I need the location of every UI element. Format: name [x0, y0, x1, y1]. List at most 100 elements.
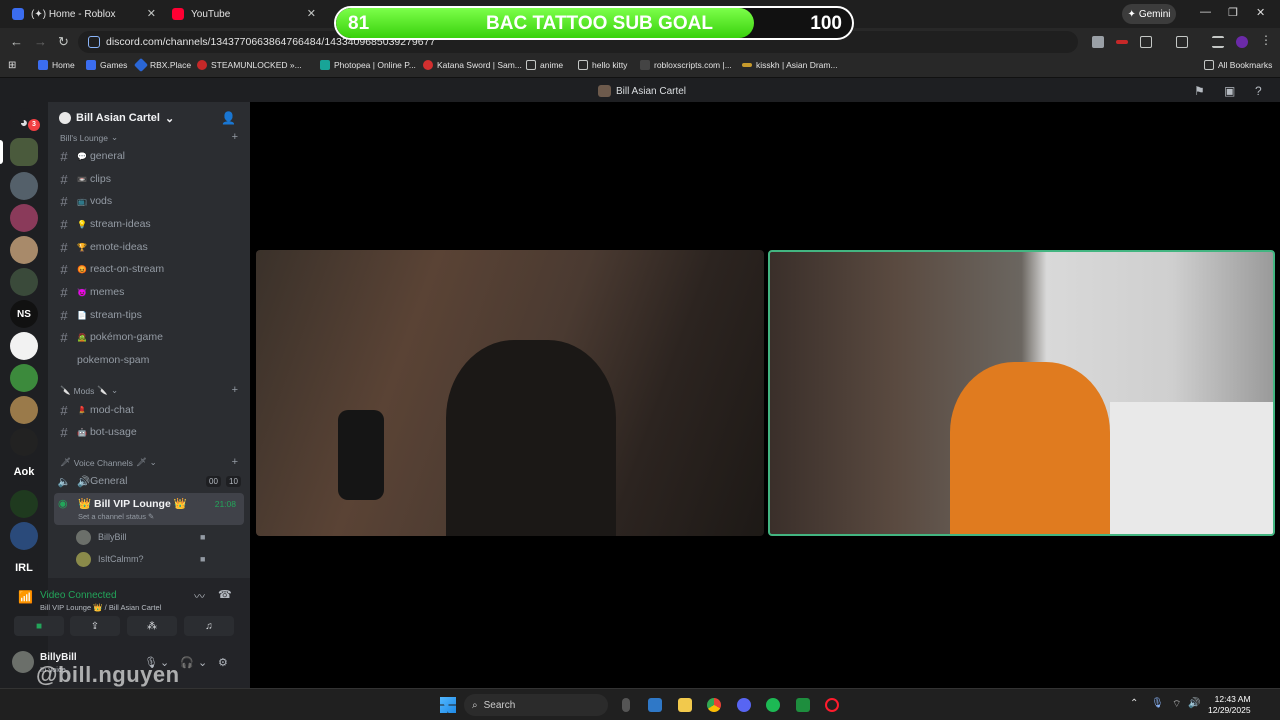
- channel-pokemon-spam[interactable]: #pokemon-spam: [54, 350, 244, 370]
- bookmark-games[interactable]: Games: [86, 60, 127, 70]
- spotify-icon[interactable]: [766, 698, 780, 712]
- chevron-down-icon[interactable]: ⌄: [198, 656, 207, 669]
- media-icon[interactable]: [1212, 36, 1224, 48]
- voice-channel-vip-lounge[interactable]: ◉ 👑 Bill VIP Lounge 👑 21:08 Set a channe…: [54, 493, 244, 525]
- headphones-icon[interactable]: 🎧: [180, 656, 194, 669]
- server-icon[interactable]: [10, 396, 38, 424]
- volume-icon[interactable]: 🔊: [1188, 698, 1200, 709]
- bookmark-home[interactable]: Home: [38, 60, 75, 70]
- video-tile-user-1[interactable]: [256, 250, 764, 536]
- channel-status-hint[interactable]: Set a channel status ✎: [78, 512, 154, 521]
- server-icon[interactable]: [10, 490, 38, 518]
- bookmark-kisskh[interactable]: kisskh | Asian Dram...: [742, 60, 838, 70]
- close-window-icon[interactable]: ✕: [1256, 6, 1265, 19]
- disconnect-icon[interactable]: ☎: [218, 588, 232, 601]
- reload-icon[interactable]: ↻: [58, 34, 69, 50]
- channel-stream-ideas[interactable]: # 💡 stream-ideas: [54, 214, 244, 234]
- settings-gear-icon[interactable]: ⚙: [218, 656, 228, 669]
- bookmark-photopea[interactable]: Photopea | Online P...: [320, 60, 416, 70]
- extension-icon[interactable]: [1116, 40, 1128, 44]
- voice-location[interactable]: Bill VIP Lounge 👑 / Bill Asian Cartel: [40, 603, 161, 612]
- inbox-icon[interactable]: ▣: [1224, 84, 1235, 98]
- chevron-up-icon[interactable]: ⌃: [1130, 698, 1138, 709]
- minimize-icon[interactable]: —: [1200, 6, 1211, 18]
- system-clock[interactable]: 12:43 AM 12/29/2025: [1208, 694, 1251, 716]
- bookmark-robloxscripts[interactable]: robloxscripts.com |...: [640, 60, 732, 70]
- channel-react-on-stream[interactable]: # 😡 react-on-stream: [54, 259, 244, 279]
- apps-icon[interactable]: ⊞: [8, 60, 16, 71]
- screen-share-button[interactable]: ⇪: [70, 616, 120, 636]
- channel-bot-usage[interactable]: # 🤖 bot-usage: [54, 422, 244, 442]
- back-icon[interactable]: ←: [10, 34, 23, 49]
- close-icon[interactable]: ✕: [147, 7, 156, 20]
- category-voice[interactable]: 🗡 Voice Channels 🗡 ⌄: [60, 457, 157, 468]
- app-icon[interactable]: [796, 698, 810, 712]
- tab-roblox[interactable]: (✦) Home - Roblox ✕: [0, 4, 160, 24]
- opera-icon[interactable]: [825, 698, 839, 712]
- server-icon[interactable]: [10, 332, 38, 360]
- bookmark-rbxplace[interactable]: RBX.Place: [133, 57, 191, 73]
- chrome-icon[interactable]: [707, 698, 721, 712]
- server-icon[interactable]: [10, 236, 38, 264]
- site-info-icon[interactable]: [88, 36, 100, 48]
- taskbar-search[interactable]: ⌕ Search: [464, 694, 608, 716]
- channel-vods[interactable]: # 📺 vods: [54, 191, 244, 211]
- server-icon[interactable]: [10, 522, 38, 550]
- server-aok[interactable]: Aok: [10, 458, 38, 486]
- channel-stream-tips[interactable]: # 📄 stream-tips: [54, 305, 244, 325]
- server-ns[interactable]: NS: [10, 300, 38, 328]
- wifi-icon[interactable]: ⌔: [1172, 698, 1181, 711]
- tab-youtube[interactable]: YouTube ✕: [160, 4, 320, 24]
- channel-pokemon-game[interactable]: # 🧟 pokémon-game: [54, 327, 244, 347]
- discord-icon[interactable]: [737, 698, 751, 712]
- menu-icon[interactable]: ⋮: [1260, 33, 1272, 47]
- windows-start-icon[interactable]: [440, 697, 456, 713]
- server-icon[interactable]: [10, 268, 38, 296]
- add-channel-icon[interactable]: +: [232, 131, 238, 143]
- camera-button[interactable]: ■: [14, 616, 64, 636]
- invite-people-icon[interactable]: 👤: [221, 111, 236, 125]
- help-icon[interactable]: ?: [1255, 84, 1262, 98]
- server-header[interactable]: Bill Asian Cartel ⌄: [48, 102, 250, 134]
- category-lounge[interactable]: Bill's Lounge ⌄: [60, 132, 118, 143]
- channel-general[interactable]: # 💬 general: [54, 146, 244, 166]
- voice-user-billybill[interactable]: BillyBill ■: [76, 527, 205, 547]
- voice-status[interactable]: Video Connected: [40, 590, 117, 601]
- add-channel-icon[interactable]: +: [232, 384, 238, 396]
- restore-icon[interactable]: ❐: [1228, 6, 1238, 19]
- server-icon[interactable]: [10, 428, 38, 456]
- server-icon[interactable]: [10, 364, 38, 392]
- voice-channel-general[interactable]: 🔈 🔊 General 00 10: [54, 471, 244, 491]
- file-explorer-icon[interactable]: [678, 698, 692, 712]
- extension-icon[interactable]: [1092, 36, 1104, 48]
- video-tile-user-2[interactable]: [768, 250, 1275, 536]
- server-bill-asian-cartel[interactable]: [10, 138, 38, 166]
- task-view-icon[interactable]: [648, 698, 662, 712]
- channel-emote-ideas[interactable]: # 🏆 emote-ideas: [54, 237, 244, 257]
- voice-user-isitcalmm[interactable]: IsItCalmm? ■: [76, 549, 205, 569]
- bookmark-katana[interactable]: Katana Sword | Sam...: [423, 60, 522, 70]
- all-bookmarks[interactable]: All Bookmarks: [1204, 60, 1272, 70]
- server-icon[interactable]: [10, 204, 38, 232]
- bookmark-anime[interactable]: anime: [526, 60, 563, 70]
- noise-suppression-icon[interactable]: 〰: [194, 588, 205, 604]
- forward-icon[interactable]: →: [34, 34, 47, 49]
- close-icon[interactable]: ✕: [307, 7, 316, 20]
- gemini-button[interactable]: ✦ Gemini: [1122, 4, 1176, 24]
- channel-mod-chat[interactable]: # 💄 mod-chat: [54, 400, 244, 420]
- bookmark-steamunlocked[interactable]: STEAMUNLOCKED »...: [197, 60, 302, 70]
- extensions-puzzle-icon[interactable]: [1140, 36, 1152, 48]
- microphone-icon[interactable]: 🎙: [1151, 698, 1164, 709]
- flag-icon[interactable]: ⚑: [1194, 84, 1205, 98]
- add-channel-icon[interactable]: +: [232, 456, 238, 468]
- server-irl[interactable]: IRL: [10, 554, 38, 582]
- avatar[interactable]: [12, 651, 34, 673]
- soundboard-button[interactable]: ♫: [184, 616, 234, 636]
- bookmark-hello-kitty[interactable]: hello kitty: [578, 60, 627, 70]
- server-icon[interactable]: [10, 172, 38, 200]
- category-mods[interactable]: 🔪 Mods 🔪 ⌄: [60, 385, 118, 396]
- profile-avatar[interactable]: [1236, 36, 1248, 48]
- sidepanel-icon[interactable]: [1176, 36, 1188, 48]
- mouse-icon[interactable]: [622, 698, 630, 712]
- channel-memes[interactable]: # 😈 memes: [54, 282, 244, 302]
